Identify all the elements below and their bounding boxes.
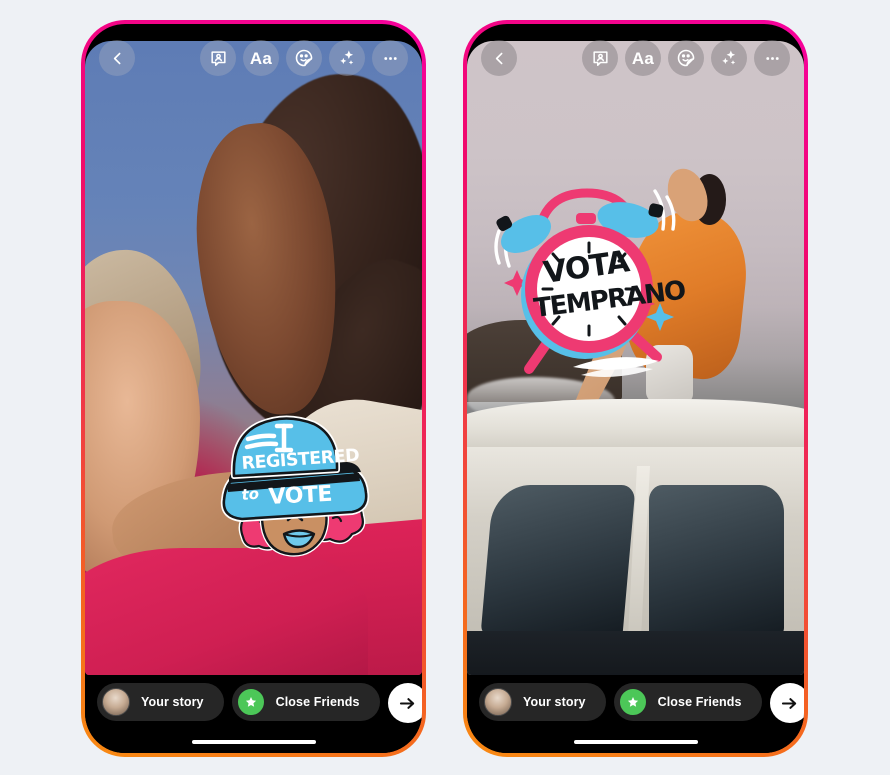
close-friends-star-badge: [236, 688, 265, 716]
chevron-left-icon: [495, 52, 502, 64]
close-friends-button[interactable]: Close Friends: [613, 683, 762, 721]
story-photo-two-friends: [85, 41, 422, 675]
your-story-label: Your story: [523, 695, 586, 709]
sticker-vota-temprano[interactable]: VOTA TEMPRANO: [485, 161, 685, 389]
more-options-button[interactable]: [372, 40, 408, 76]
phone-mockup-left: REGISTERED to VOTE Aa Your story Close F…: [81, 20, 426, 757]
story-editor-screen-right: VOTA TEMPRANO Aa Your story Close Friend…: [467, 24, 804, 753]
chevron-left-icon: [113, 52, 120, 64]
more-dots-icon: [765, 56, 779, 60]
text-tool-button[interactable]: Aa: [243, 40, 279, 76]
phone-mockup-right: VOTA TEMPRANO Aa Your story Close Friend…: [463, 20, 808, 757]
photo-detail-car-window-left: [480, 484, 636, 637]
star-icon: [627, 697, 638, 707]
home-indicator: [191, 740, 316, 744]
sparkles-icon: [340, 50, 354, 65]
effects-button[interactable]: [711, 40, 747, 76]
stickers-button[interactable]: [668, 40, 704, 76]
story-editor-screen-left: REGISTERED to VOTE Aa Your story Close F…: [85, 24, 422, 753]
close-friends-button[interactable]: Close Friends: [231, 683, 380, 721]
avatar: [484, 688, 512, 716]
sticker-face-icon: [677, 49, 695, 67]
star-icon: [245, 697, 256, 707]
text-aa-icon: Aa: [249, 48, 273, 68]
photo-detail-car-window-right: [648, 484, 784, 637]
svg-text:VOTE: VOTE: [268, 482, 333, 510]
photo-detail-hoodie: [85, 548, 369, 675]
your-story-label: Your story: [141, 695, 204, 709]
your-story-button[interactable]: Your story: [479, 683, 606, 721]
arrow-right-icon: [781, 697, 797, 709]
tag-person-icon: [210, 50, 226, 66]
more-options-button[interactable]: [754, 40, 790, 76]
text-tool-button[interactable]: Aa: [625, 40, 661, 76]
story-toolbar-left: Aa: [85, 32, 422, 84]
tag-person-icon: [592, 50, 608, 66]
photo-detail-car-lower: [467, 630, 804, 675]
story-media-left[interactable]: REGISTERED to VOTE: [85, 41, 422, 675]
sticker-registered-to-vote[interactable]: REGISTERED to VOTE: [212, 414, 373, 562]
sparkles-icon: [722, 50, 736, 65]
stickers-button[interactable]: [286, 40, 322, 76]
tag-people-button[interactable]: [200, 40, 236, 76]
sticker-face-icon: [295, 49, 313, 67]
close-friends-star-badge: [618, 688, 647, 716]
close-friends-label: Close Friends: [275, 695, 360, 709]
your-story-button[interactable]: Your story: [97, 683, 224, 721]
back-button[interactable]: [99, 40, 135, 76]
send-button[interactable]: [387, 683, 422, 723]
story-media-right[interactable]: VOTA TEMPRANO: [467, 41, 804, 675]
home-indicator: [573, 740, 698, 744]
arrow-right-icon: [399, 697, 415, 709]
screenshot-stage: REGISTERED to VOTE Aa Your story Close F…: [0, 0, 890, 775]
tag-people-button[interactable]: [582, 40, 618, 76]
more-dots-icon: [383, 56, 397, 60]
story-toolbar-right: Aa: [467, 32, 804, 84]
text-aa-icon: Aa: [631, 48, 655, 68]
send-button[interactable]: [769, 683, 804, 723]
avatar: [102, 688, 130, 716]
svg-text:to: to: [241, 485, 260, 504]
back-button[interactable]: [481, 40, 517, 76]
effects-button[interactable]: [329, 40, 365, 76]
close-friends-label: Close Friends: [657, 695, 742, 709]
